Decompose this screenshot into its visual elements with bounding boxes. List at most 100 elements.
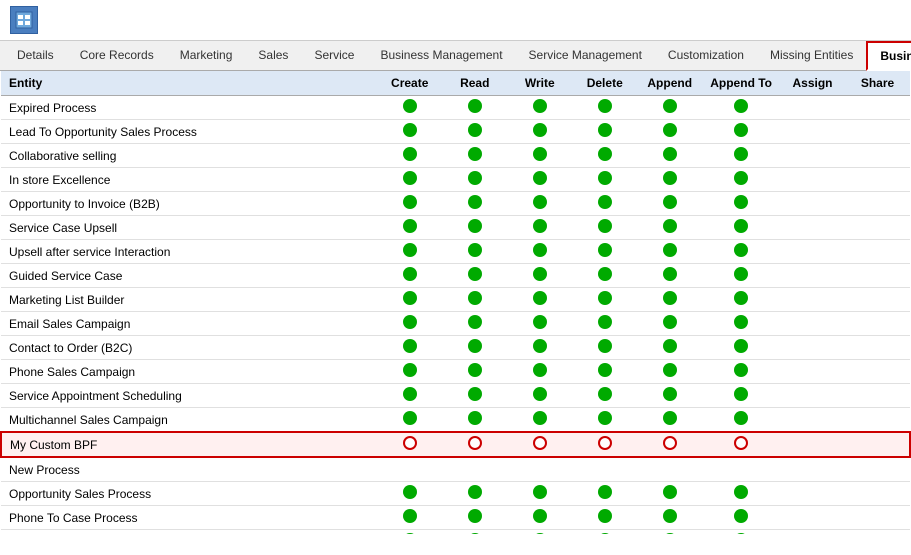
perm-share[interactable] <box>845 384 910 408</box>
perm-write[interactable] <box>507 384 572 408</box>
perm-assign[interactable] <box>780 408 845 433</box>
perm-create[interactable] <box>377 96 442 120</box>
perm-append[interactable] <box>637 216 702 240</box>
perm-append[interactable] <box>637 144 702 168</box>
perm-delete[interactable] <box>572 240 637 264</box>
perm-appendTo[interactable] <box>702 120 780 144</box>
perm-assign[interactable] <box>780 384 845 408</box>
perm-assign[interactable] <box>780 506 845 530</box>
perm-write[interactable] <box>507 96 572 120</box>
perm-write[interactable] <box>507 506 572 530</box>
perm-read[interactable] <box>442 360 507 384</box>
perm-assign[interactable] <box>780 240 845 264</box>
perm-delete[interactable] <box>572 432 637 457</box>
perm-write[interactable] <box>507 120 572 144</box>
perm-append[interactable] <box>637 264 702 288</box>
perm-share[interactable] <box>845 506 910 530</box>
perm-share[interactable] <box>845 240 910 264</box>
perm-delete[interactable] <box>572 96 637 120</box>
perm-appendTo[interactable] <box>702 384 780 408</box>
perm-share[interactable] <box>845 264 910 288</box>
perm-delete[interactable] <box>572 457 637 482</box>
perm-append[interactable] <box>637 432 702 457</box>
perm-share[interactable] <box>845 168 910 192</box>
perm-read[interactable] <box>442 530 507 535</box>
perm-read[interactable] <box>442 240 507 264</box>
perm-share[interactable] <box>845 96 910 120</box>
perm-share[interactable] <box>845 482 910 506</box>
perm-read[interactable] <box>442 506 507 530</box>
perm-read[interactable] <box>442 408 507 433</box>
perm-appendTo[interactable] <box>702 360 780 384</box>
tab-details[interactable]: Details <box>4 41 67 70</box>
perm-appendTo[interactable] <box>702 216 780 240</box>
perm-assign[interactable] <box>780 336 845 360</box>
perm-read[interactable] <box>442 192 507 216</box>
perm-delete[interactable] <box>572 216 637 240</box>
perm-append[interactable] <box>637 168 702 192</box>
perm-appendTo[interactable] <box>702 336 780 360</box>
tab-service[interactable]: Service <box>301 41 367 70</box>
perm-read[interactable] <box>442 144 507 168</box>
perm-delete[interactable] <box>572 506 637 530</box>
perm-share[interactable] <box>845 360 910 384</box>
tab-customization[interactable]: Customization <box>655 41 757 70</box>
perm-share[interactable] <box>845 312 910 336</box>
perm-appendTo[interactable] <box>702 288 780 312</box>
perm-share[interactable] <box>845 530 910 535</box>
perm-assign[interactable] <box>780 432 845 457</box>
perm-read[interactable] <box>442 336 507 360</box>
perm-delete[interactable] <box>572 408 637 433</box>
perm-share[interactable] <box>845 216 910 240</box>
perm-create[interactable] <box>377 506 442 530</box>
perm-delete[interactable] <box>572 312 637 336</box>
perm-delete[interactable] <box>572 360 637 384</box>
perm-append[interactable] <box>637 288 702 312</box>
perm-appendTo[interactable] <box>702 432 780 457</box>
perm-create[interactable] <box>377 240 442 264</box>
perm-create[interactable] <box>377 432 442 457</box>
perm-append[interactable] <box>637 240 702 264</box>
perm-create[interactable] <box>377 360 442 384</box>
perm-share[interactable] <box>845 144 910 168</box>
perm-write[interactable] <box>507 360 572 384</box>
tab-marketing[interactable]: Marketing <box>167 41 246 70</box>
perm-write[interactable] <box>507 216 572 240</box>
perm-read[interactable] <box>442 312 507 336</box>
tab-service-management[interactable]: Service Management <box>516 41 655 70</box>
perm-share[interactable] <box>845 288 910 312</box>
perm-delete[interactable] <box>572 482 637 506</box>
perm-appendTo[interactable] <box>702 482 780 506</box>
perm-share[interactable] <box>845 120 910 144</box>
perm-appendTo[interactable] <box>702 312 780 336</box>
perm-write[interactable] <box>507 288 572 312</box>
perm-appendTo[interactable] <box>702 506 780 530</box>
perm-read[interactable] <box>442 288 507 312</box>
perm-delete[interactable] <box>572 192 637 216</box>
perm-assign[interactable] <box>780 482 845 506</box>
perm-read[interactable] <box>442 457 507 482</box>
perm-append[interactable] <box>637 312 702 336</box>
perm-create[interactable] <box>377 312 442 336</box>
perm-append[interactable] <box>637 530 702 535</box>
perm-read[interactable] <box>442 216 507 240</box>
perm-append[interactable] <box>637 506 702 530</box>
perm-assign[interactable] <box>780 96 845 120</box>
perm-write[interactable] <box>507 264 572 288</box>
perm-read[interactable] <box>442 432 507 457</box>
perm-write[interactable] <box>507 432 572 457</box>
perm-assign[interactable] <box>780 216 845 240</box>
perm-write[interactable] <box>507 192 572 216</box>
tab-sales[interactable]: Sales <box>245 41 301 70</box>
perm-create[interactable] <box>377 384 442 408</box>
perm-appendTo[interactable] <box>702 408 780 433</box>
perm-share[interactable] <box>845 192 910 216</box>
perm-assign[interactable] <box>780 312 845 336</box>
perm-delete[interactable] <box>572 120 637 144</box>
perm-share[interactable] <box>845 408 910 433</box>
perm-read[interactable] <box>442 96 507 120</box>
perm-create[interactable] <box>377 144 442 168</box>
perm-assign[interactable] <box>780 120 845 144</box>
perm-delete[interactable] <box>572 144 637 168</box>
perm-append[interactable] <box>637 360 702 384</box>
